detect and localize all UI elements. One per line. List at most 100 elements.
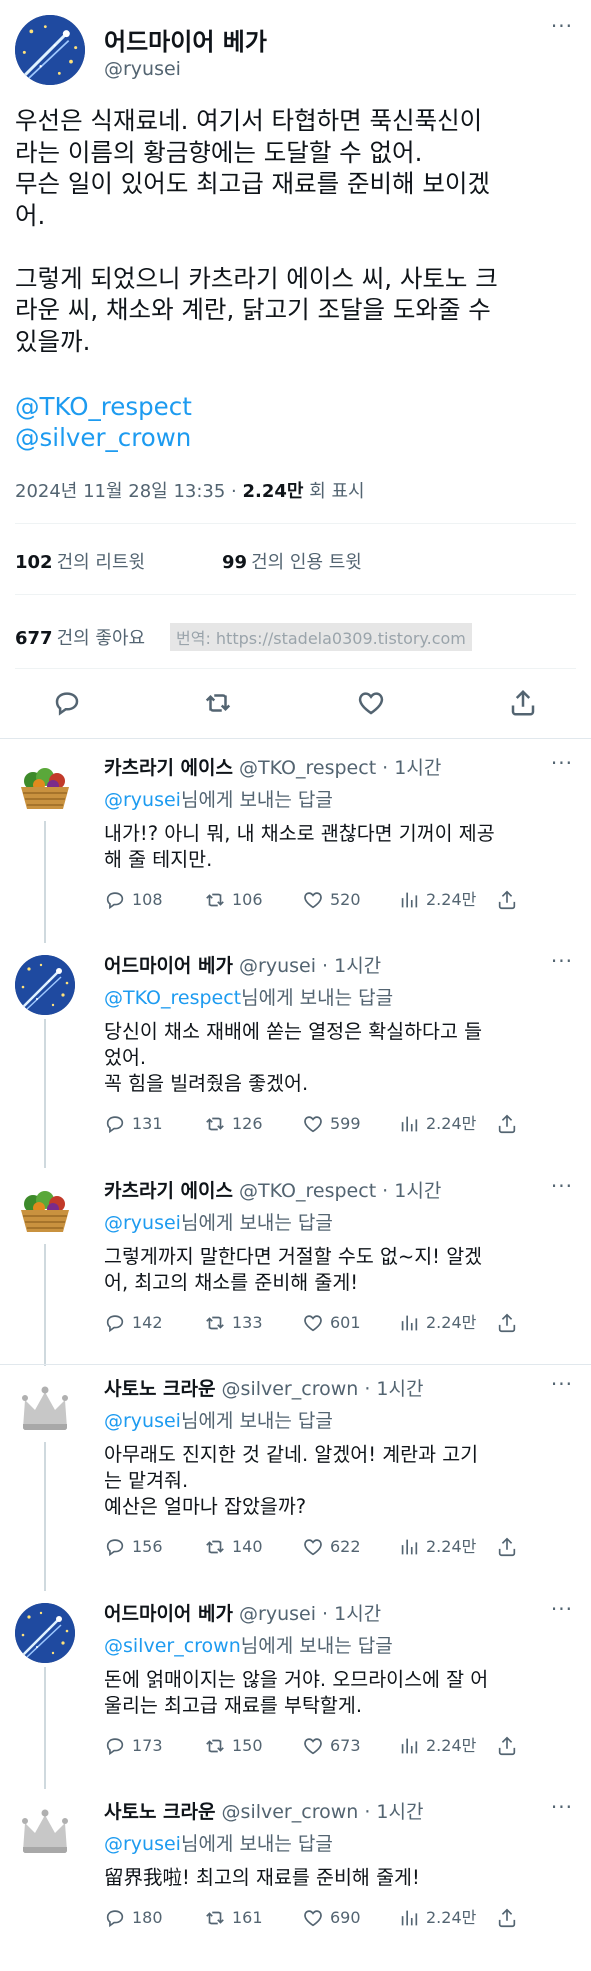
views-button[interactable]: 2.24만	[398, 1113, 476, 1135]
more-options-icon[interactable]: ···	[551, 1597, 573, 1621]
like-button[interactable]: 673	[302, 1735, 361, 1757]
more-options-icon[interactable]: ···	[551, 1372, 573, 1396]
retweet-button[interactable]: 106	[204, 889, 263, 911]
retweet-button[interactable]: 140	[204, 1536, 263, 1558]
reply-tweet[interactable]: 어드마이어 베가 @ryusei · 1시간 ··· @TKO_respect님…	[0, 943, 591, 1168]
share-button[interactable]	[496, 1312, 524, 1334]
more-options-icon[interactable]: ···	[551, 1174, 573, 1198]
share-icon	[496, 1735, 518, 1757]
retweet-button[interactable]: 150	[204, 1735, 263, 1757]
like-button[interactable]: 520	[302, 889, 361, 911]
replying-to-handle[interactable]: @ryusei	[104, 1212, 181, 1234]
replying-to-handle[interactable]: @ryusei	[104, 1833, 181, 1855]
like-button[interactable]: 599	[302, 1113, 361, 1135]
retweet-button[interactable]: 133	[204, 1312, 263, 1334]
author-handle-time[interactable]: @ryusei · 1시간	[239, 955, 381, 977]
retweet-stat[interactable]: 102 건의 리트윗	[15, 548, 145, 574]
like-button[interactable]: 601	[302, 1312, 361, 1334]
reply-text: 당신이 채소 재배에 쏟는 열정은 확실하다고 들 었어. 꼭 힘을 빌려줬음 …	[104, 1020, 483, 1095]
retweet-icon	[204, 1312, 226, 1334]
author-name[interactable]: 어드마이어 베가	[104, 1603, 233, 1625]
author-name[interactable]: 사토노 크라운	[104, 1378, 216, 1400]
retweet-button[interactable]: 161	[204, 1907, 263, 1929]
author-handle-time[interactable]: @TKO_respect · 1시간	[239, 757, 441, 779]
like-button[interactable]: 690	[302, 1907, 361, 1929]
mention-link[interactable]: @TKO_respect	[15, 392, 192, 421]
author-name[interactable]: 카츠라기 에이스	[104, 1180, 233, 1202]
avatar[interactable]	[15, 15, 85, 85]
avatar[interactable]	[15, 955, 75, 1015]
author-handle-time[interactable]: @silver_crown · 1시간	[222, 1801, 424, 1823]
views-button[interactable]: 2.24만	[398, 1536, 476, 1558]
reply-button[interactable]: 173	[104, 1735, 163, 1757]
replying-to-handle[interactable]: @silver_crown	[104, 1635, 241, 1657]
more-options-icon[interactable]: ···	[551, 949, 573, 973]
replying-to-handle[interactable]: @ryusei	[104, 789, 181, 811]
like-icon[interactable]	[356, 688, 388, 720]
avatar[interactable]	[15, 1378, 75, 1438]
author-name[interactable]: 사토노 크라운	[104, 1801, 216, 1823]
views-button[interactable]: 2.24만	[398, 1907, 476, 1929]
reply-tweet[interactable]: 카츠라기 에이스 @TKO_respect · 1시간 ··· @ryusei님…	[0, 1168, 591, 1366]
more-options-icon[interactable]: ···	[551, 751, 573, 775]
share-button[interactable]	[496, 1113, 524, 1135]
share-button[interactable]	[496, 1536, 524, 1558]
share-icon[interactable]	[508, 688, 540, 720]
like-button[interactable]: 622	[302, 1536, 361, 1558]
reply-tweet[interactable]: 사토노 크라운 @silver_crown · 1시간 ··· @ryusei님…	[0, 1789, 591, 1969]
reply-action-bar: 142 133 601 2.24만	[104, 1312, 574, 1336]
reply-icon[interactable]	[52, 688, 84, 720]
replying-to-handle[interactable]: @ryusei	[104, 1410, 181, 1432]
mention-link[interactable]: @silver_crown	[15, 423, 191, 452]
reply-button[interactable]: 108	[104, 889, 163, 911]
reply-text: 留界我啦! 최고의 재료를 준비해 줄게!	[104, 1866, 420, 1889]
avatar[interactable]	[15, 1801, 75, 1861]
replying-to-suffix: 님에게 보내는 답글	[180, 1212, 333, 1234]
retweet-count: 126	[232, 1114, 263, 1133]
like-stat[interactable]: 677 건의 좋아요	[15, 624, 145, 650]
reply-button[interactable]: 180	[104, 1907, 163, 1929]
tweet-date[interactable]: 2024년 11월 28일 13:35 ·	[15, 481, 243, 502]
reply-count: 142	[132, 1313, 163, 1332]
like-icon	[302, 1907, 324, 1929]
retweet-icon	[204, 1735, 226, 1757]
reply-tweet[interactable]: 어드마이어 베가 @ryusei · 1시간 ··· @silver_crown…	[0, 1591, 591, 1789]
retweet-label: 건의 리트윗	[56, 552, 146, 573]
reply-button[interactable]: 131	[104, 1113, 163, 1135]
reply-tweet[interactable]: 카츠라기 에이스 @TKO_respect · 1시간 ··· @ryusei님…	[0, 745, 591, 943]
views-button[interactable]: 2.24만	[398, 1312, 476, 1334]
reply-header: 어드마이어 베가 @ryusei · 1시간	[104, 1599, 381, 1626]
reply-button[interactable]: 156	[104, 1536, 163, 1558]
author-handle-time[interactable]: @ryusei · 1시간	[239, 1603, 381, 1625]
divider	[15, 668, 576, 669]
author-name[interactable]: 카츠라기 에이스	[104, 757, 233, 779]
author-handle[interactable]: @ryusei	[104, 58, 181, 80]
author-handle-time[interactable]: @TKO_respect · 1시간	[239, 1180, 441, 1202]
more-options-icon[interactable]: ···	[551, 14, 573, 38]
replying-to: @ryusei님에게 보내는 답글	[104, 1208, 333, 1235]
main-tweet: 어드마이어 베가 @ryusei ··· 우선은 식재료네. 여기서 타협하면 …	[0, 0, 591, 740]
reply-button[interactable]: 142	[104, 1312, 163, 1334]
share-button[interactable]	[496, 1907, 524, 1929]
reply-count: 108	[132, 890, 163, 909]
avatar[interactable]	[15, 1180, 75, 1240]
view-count: 2.24만	[426, 1114, 477, 1133]
avatar[interactable]	[15, 1603, 75, 1663]
more-options-icon[interactable]: ···	[551, 1795, 573, 1819]
avatar[interactable]	[15, 757, 75, 817]
reply-tweet[interactable]: 사토노 크라운 @silver_crown · 1시간 ··· @ryusei님…	[0, 1366, 591, 1591]
quote-label: 건의 인용 트윗	[251, 552, 362, 573]
thread-connector	[44, 1442, 46, 1591]
replying-to-handle[interactable]: @TKO_respect	[104, 987, 241, 1009]
views-button[interactable]: 2.24만	[398, 889, 476, 911]
retweet-icon[interactable]	[203, 688, 235, 720]
share-button[interactable]	[496, 889, 524, 911]
share-button[interactable]	[496, 1735, 524, 1757]
author-handle-time[interactable]: @silver_crown · 1시간	[222, 1378, 424, 1400]
quote-stat[interactable]: 99 건의 인용 트윗	[222, 548, 362, 574]
retweet-button[interactable]: 126	[204, 1113, 263, 1135]
thread-connector	[44, 1667, 46, 1789]
author-name[interactable]: 어드마이어 베가	[104, 955, 233, 977]
author-name[interactable]: 어드마이어 베가	[104, 22, 267, 57]
views-button[interactable]: 2.24만	[398, 1735, 476, 1757]
